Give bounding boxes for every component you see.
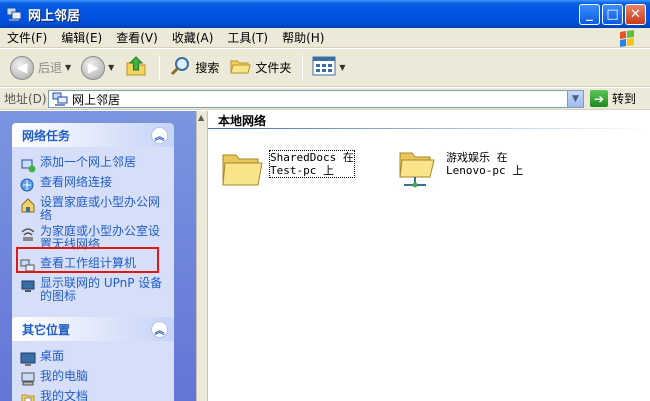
window-title: 网上邻居 bbox=[28, 8, 81, 24]
go-button[interactable]: ➔ 转到 bbox=[590, 90, 636, 107]
network-share-icon bbox=[396, 147, 440, 191]
my-computer-icon bbox=[21, 372, 35, 386]
address-bar: 地址(D) 网上邻居 ▼ ➔ 转到 bbox=[0, 88, 650, 110]
place-my-computer[interactable]: 我的电脑 bbox=[20, 370, 168, 387]
network-tasks-title: 网络任务 bbox=[22, 128, 71, 143]
network-item-label: 游戏娱乐 在 Lenovo-pc 上 bbox=[446, 151, 524, 177]
other-places-panel: 其它位置 ︽ 桌面 我的电脑 我的文档 bbox=[12, 317, 174, 401]
network-tasks-header[interactable]: 网络任务 ︽ bbox=[12, 123, 174, 147]
close-button[interactable]: ✕ bbox=[625, 4, 646, 25]
network-item-label: SharedDocs 在 Test-pc 上 bbox=[269, 150, 355, 178]
wireless-network-icon bbox=[21, 228, 35, 241]
desktop-icon bbox=[20, 352, 36, 366]
minimize-icon: _ bbox=[586, 7, 593, 22]
forward-dropdown-icon: ▼ bbox=[108, 63, 115, 72]
group-header: 本地网络 bbox=[218, 114, 267, 128]
search-label: 搜索 bbox=[195, 61, 220, 75]
place-label: 我的电脑 bbox=[40, 369, 89, 383]
task-label: 查看网络连接 bbox=[40, 175, 113, 189]
menu-file[interactable]: 文件(F) bbox=[0, 28, 54, 48]
task-label: 添加一个网上邻居 bbox=[40, 155, 137, 169]
place-desktop[interactable]: 桌面 bbox=[20, 350, 168, 367]
views-button[interactable]: ▼ bbox=[308, 53, 349, 83]
address-value: 网上邻居 bbox=[72, 92, 121, 107]
other-places-title: 其它位置 bbox=[22, 322, 71, 337]
toolbar: ◀ 后退 ▼ ▶ ▼ 搜索 文件夹 ▼ bbox=[0, 49, 650, 87]
network-places-icon bbox=[52, 92, 68, 106]
back-button[interactable]: ◀ 后退 ▼ bbox=[6, 53, 75, 83]
other-places-header[interactable]: 其它位置 ︽ bbox=[12, 317, 174, 341]
search-button[interactable]: 搜索 bbox=[165, 53, 223, 83]
my-documents-icon bbox=[21, 394, 35, 401]
up-folder-icon bbox=[124, 54, 148, 81]
address-label: 地址(D) bbox=[4, 92, 47, 106]
task-label: 设置家庭或小型办公网络 bbox=[40, 195, 161, 222]
menu-view[interactable]: 查看(V) bbox=[109, 28, 165, 48]
add-network-place-icon bbox=[21, 159, 36, 173]
menu-favorites[interactable]: 收藏(A) bbox=[165, 28, 221, 48]
place-my-documents[interactable]: 我的文档 bbox=[20, 390, 168, 401]
task-pane: 网络任务 ︽ 添加一个网上邻居 查看网络连接 设置家庭或小型办公网络 为家庭或小… bbox=[0, 111, 196, 401]
scroll-up-icon[interactable]: ▲ bbox=[198, 113, 207, 123]
group-divider bbox=[208, 128, 650, 129]
windows-logo-icon bbox=[614, 30, 640, 48]
forward-arrow-icon: ▶ bbox=[81, 55, 106, 80]
address-input[interactable]: 网上邻居 ▼ bbox=[48, 90, 584, 108]
home-network-icon bbox=[21, 198, 35, 213]
go-arrow-icon: ➔ bbox=[590, 90, 608, 107]
folders-icon bbox=[229, 55, 251, 80]
toolbar-separator bbox=[302, 54, 304, 81]
title-bar: 网上邻居 _ □ ✕ bbox=[0, 0, 650, 28]
task-label: 显示联网的 UPnP 设备的图标 bbox=[40, 276, 163, 303]
pane-splitter[interactable]: ▲ bbox=[196, 111, 208, 401]
toolbar-separator bbox=[159, 54, 161, 81]
back-arrow-icon: ◀ bbox=[10, 55, 34, 80]
views-grid-icon bbox=[312, 55, 336, 80]
task-add-network-place[interactable]: 添加一个网上邻居 bbox=[20, 156, 168, 173]
folders-label: 文件夹 bbox=[255, 61, 292, 75]
network-connections-icon bbox=[20, 178, 34, 192]
maximize-icon: □ bbox=[606, 7, 619, 22]
highlight-annotation bbox=[16, 247, 159, 273]
folders-button[interactable]: 文件夹 bbox=[225, 53, 295, 83]
forward-button[interactable]: ▶ ▼ bbox=[77, 53, 118, 83]
close-icon: ✕ bbox=[630, 7, 641, 22]
upnp-device-icon bbox=[21, 280, 35, 292]
search-icon bbox=[169, 55, 191, 80]
menu-tools[interactable]: 工具(T) bbox=[220, 28, 275, 48]
go-label: 转到 bbox=[612, 92, 637, 106]
collapse-up-icon[interactable]: ︽ bbox=[151, 321, 168, 338]
network-item-games[interactable]: 游戏娱乐 在 Lenovo-pc 上 bbox=[396, 147, 523, 191]
maximize-button[interactable]: □ bbox=[602, 4, 623, 25]
menu-edit[interactable]: 编辑(E) bbox=[54, 28, 109, 48]
menu-help[interactable]: 帮助(H) bbox=[275, 28, 331, 48]
back-label: 后退 bbox=[38, 61, 63, 75]
place-label: 我的文档 bbox=[40, 389, 89, 401]
up-folder-button[interactable] bbox=[120, 53, 152, 83]
network-item-shareddocs[interactable]: SharedDocs 在 Test-pc 上 bbox=[220, 147, 355, 191]
views-dropdown-icon: ▼ bbox=[339, 63, 346, 72]
minimize-button[interactable]: _ bbox=[579, 4, 600, 25]
back-dropdown-icon: ▼ bbox=[65, 63, 72, 72]
task-setup-home-network[interactable]: 设置家庭或小型办公网络 bbox=[20, 196, 168, 222]
menu-bar: 文件(F) 编辑(E) 查看(V) 收藏(A) 工具(T) 帮助(H) bbox=[0, 28, 650, 48]
address-dropdown-button[interactable]: ▼ bbox=[567, 91, 583, 107]
network-tasks-panel: 网络任务 ︽ 添加一个网上邻居 查看网络连接 设置家庭或小型办公网络 为家庭或小… bbox=[12, 123, 174, 325]
folder-icon bbox=[220, 147, 264, 191]
network-places-icon bbox=[6, 6, 22, 22]
task-view-network-connections[interactable]: 查看网络连接 bbox=[20, 176, 168, 193]
collapse-up-icon[interactable]: ︽ bbox=[151, 127, 168, 144]
task-show-upnp-icons[interactable]: 显示联网的 UPnP 设备的图标 bbox=[20, 277, 168, 303]
place-label: 桌面 bbox=[40, 349, 65, 363]
content-pane: 本地网络 SharedDocs 在 Test-pc 上 游戏娱乐 在 Lenov… bbox=[208, 111, 650, 401]
